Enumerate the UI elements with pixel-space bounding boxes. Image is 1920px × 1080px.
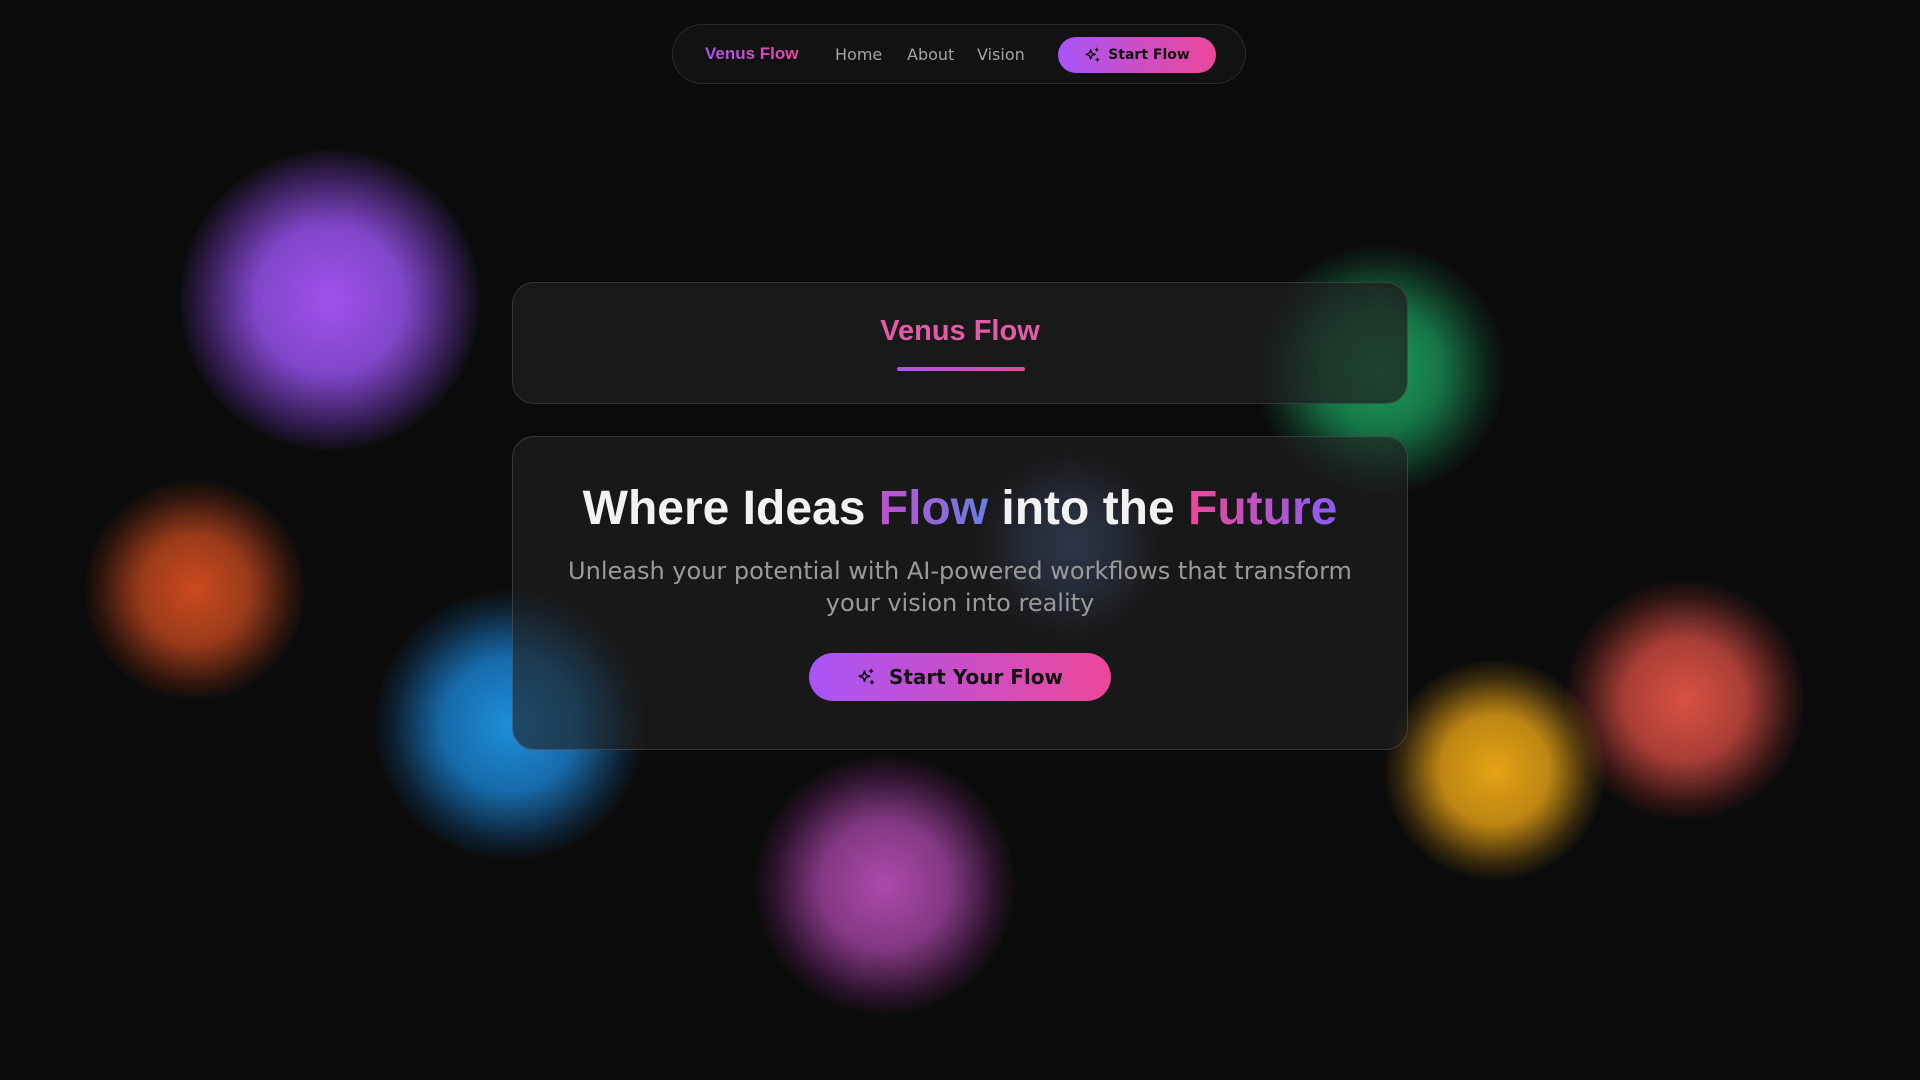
top-navbar: Venus Flow Home About Vision Start Flow [672,24,1246,84]
hero-heading-part2: into the [988,482,1189,535]
hero-subtitle: Unleash your potential with AI-powered w… [568,557,1352,617]
start-flow-button[interactable]: Start Flow [1058,37,1216,73]
hero-heading-highlight-future: Future [1188,482,1338,535]
start-your-flow-label: Start Your Flow [888,665,1064,689]
brand-title-card: Venus Flow [512,282,1408,404]
hero-heading: Where Ideas Flow into the Future [513,481,1407,536]
yellow-glow-orb [1385,660,1605,880]
sparkle-icon [857,668,875,686]
magenta-glow-orb [755,755,1015,1015]
nav-link-about[interactable]: About [907,45,954,64]
sparkle-icon [1084,47,1100,63]
purple-glow-orb [180,150,480,450]
start-flow-label: Start Flow [1108,47,1190,63]
nav-link-home[interactable]: Home [835,45,882,64]
nav-link-vision[interactable]: Vision [977,45,1025,64]
start-your-flow-button[interactable]: Start Your Flow [809,653,1111,701]
brand-title: Venus Flow [880,315,1040,347]
title-underline-divider [897,367,1025,371]
hero-card: Where Ideas Flow into the Future Unleash… [512,436,1408,750]
nav-brand-link[interactable]: Venus Flow [705,44,799,64]
orange-glow-orb [85,480,305,700]
page-background: Venus Flow Home About Vision Start Flow … [0,0,1920,1080]
hero-heading-part1: Where Ideas [582,482,879,535]
hero-heading-highlight-flow: Flow [878,482,989,535]
